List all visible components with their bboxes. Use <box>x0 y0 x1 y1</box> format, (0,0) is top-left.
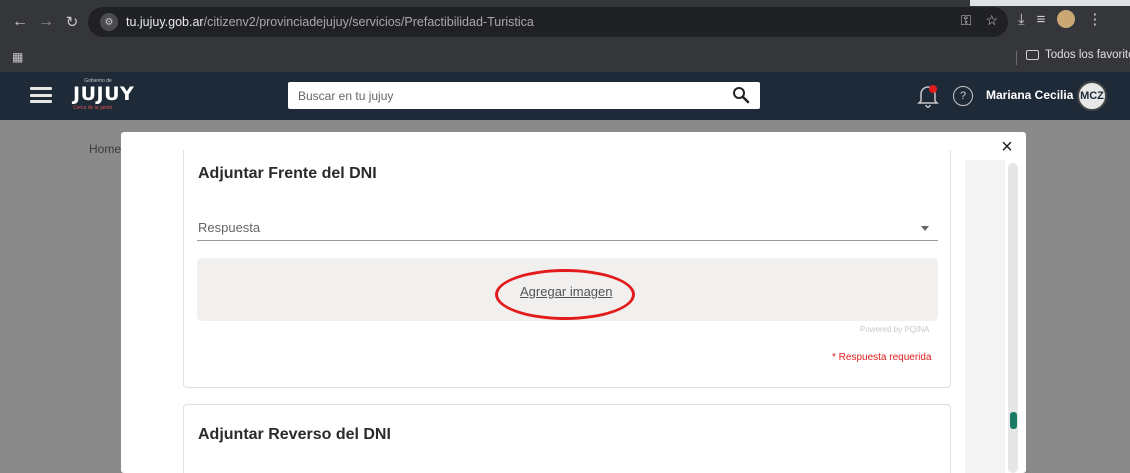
folder-icon <box>1026 50 1039 60</box>
reload-icon[interactable]: ↻ <box>60 10 84 34</box>
answer-select[interactable]: Respuesta <box>198 220 260 235</box>
bookmarks-folder[interactable]: Todos los favoritos <box>1026 49 1130 61</box>
modal-scrollbar-thumb[interactable] <box>1010 412 1017 429</box>
close-icon[interactable]: × <box>998 137 1016 157</box>
bookmarks-bar: ▦ Todos los favoritos <box>0 44 1130 72</box>
site-info-icon[interactable]: ⚙ <box>100 13 118 31</box>
modal-right-gutter <box>965 160 1005 473</box>
browser-chrome: ← → ↻ ⚙ tu.jujuy.gob.ar/citizenv2/provin… <box>0 0 1130 72</box>
section-title-front-dni: Adjuntar Frente del DNI <box>198 165 377 182</box>
notification-bell-icon[interactable] <box>917 84 939 108</box>
user-avatar[interactable]: MCZ <box>1077 81 1107 111</box>
url-text[interactable]: tu.jujuy.gob.ar/citizenv2/provinciadejuj… <box>126 15 534 29</box>
bookmarks-folder-label: Todos los favoritos <box>1045 49 1130 61</box>
address-bar-row: ← → ↻ ⚙ tu.jujuy.gob.ar/citizenv2/provin… <box>0 0 1130 44</box>
jujuy-logo[interactable]: Gobierno de JUJUY Cerca de la gente <box>73 78 143 116</box>
powered-by-label: Powered by PQINA <box>860 325 930 334</box>
url-host: tu.jujuy.gob.ar <box>126 15 204 29</box>
back-arrow-icon[interactable]: ← <box>8 10 32 34</box>
annotation-highlight-circle <box>495 269 635 320</box>
forward-arrow-icon[interactable]: → <box>34 10 58 34</box>
logo-sub-text: Cerca de la gente <box>73 105 113 111</box>
hamburger-menu-icon[interactable] <box>30 84 52 106</box>
menu-dots-icon[interactable]: ⋮ <box>1087 10 1102 28</box>
search-box <box>288 82 760 109</box>
section-title-back-dni: Adjuntar Reverso del DNI <box>198 426 391 443</box>
bookmarks-divider <box>1016 51 1017 65</box>
reading-list-icon[interactable]: ≡ <box>1037 11 1046 28</box>
app-header: Gobierno de JUJUY Cerca de la gente ? Ma… <box>0 72 1130 120</box>
password-key-icon[interactable]: ⚿ <box>961 12 972 29</box>
search-input[interactable] <box>288 82 708 109</box>
search-icon[interactable] <box>732 86 750 104</box>
answer-underline <box>197 240 938 241</box>
logo-main-text: JUJUY <box>73 83 135 105</box>
help-icon[interactable]: ? <box>953 86 973 106</box>
apps-grid-icon[interactable]: ▦ <box>12 50 23 64</box>
bookmark-star-icon[interactable]: ☆ <box>985 12 998 29</box>
breadcrumb-home[interactable]: Home <box>89 142 121 156</box>
profile-avatar-icon[interactable] <box>1057 10 1076 28</box>
url-path: /citizenv2/provinciadejujuy/servicios/Pr… <box>203 15 534 29</box>
url-bar[interactable]: ⚙ tu.jujuy.gob.ar/citizenv2/provinciadej… <box>88 7 1008 37</box>
user-name[interactable]: Mariana Cecilia <box>986 88 1073 102</box>
required-answer-message: * Respuesta requerida <box>832 352 932 363</box>
chevron-down-icon[interactable] <box>921 226 929 231</box>
download-icon[interactable]: ⤓ <box>1018 11 1025 28</box>
